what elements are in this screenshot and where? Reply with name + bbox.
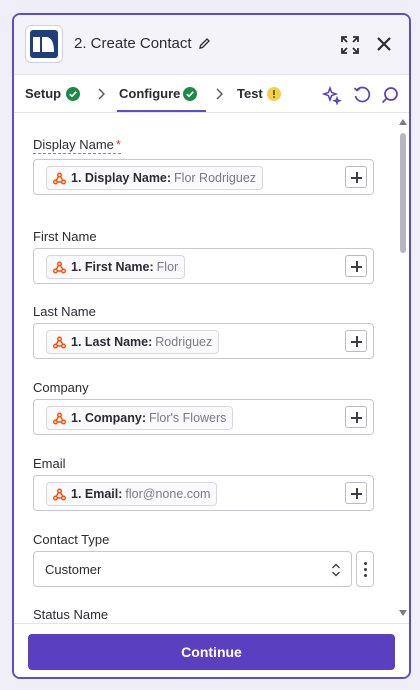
pencil-icon[interactable] [198,37,211,55]
tab-configure[interactable]: Configure [119,86,180,101]
insert-data-button[interactable] [345,330,367,352]
panel-footer: Continue [14,623,409,677]
sparkle-icon[interactable] [321,85,342,110]
select-arrows-icon [331,562,341,583]
continue-button[interactable]: Continue [28,634,395,670]
mapped-value-pill[interactable]: 1. Company: Flor's Flowers [46,406,234,430]
search-icon[interactable] [380,85,400,110]
field-label-email: Email [33,456,66,471]
app-logo-icon [25,25,63,63]
webhook-icon [53,261,66,274]
webhook-icon [53,172,66,185]
close-icon[interactable] [376,36,392,57]
step-title: 2. Create Contact [74,35,192,52]
mapped-value-pill[interactable]: 1. Last Name: Rodriguez [46,330,220,354]
tab-setup[interactable]: Setup [25,86,61,101]
scrollbar[interactable] [399,115,409,625]
step-editor-panel: 2. Create Contact Setup Configure Test D… [12,13,411,679]
step-tabs: Setup Configure Test [14,76,409,113]
first-name-field[interactable]: 1. First Name: Flor [33,248,374,284]
insert-data-button[interactable] [345,406,367,428]
field-label-last-name: Last Name [33,304,96,319]
company-field[interactable]: 1. Company: Flor's Flowers [33,399,374,435]
display-name-field[interactable]: 1. Display Name: Flor Rodriguez [33,159,374,195]
scrollbar-thumb[interactable] [400,133,406,253]
email-field[interactable]: 1. Email: flor@none.com [33,475,374,511]
field-label-company: Company [33,380,89,395]
insert-data-button[interactable] [345,255,367,277]
mapped-value-pill[interactable]: 1. Email: flor@none.com [46,482,218,506]
tab-test[interactable]: Test [237,86,263,101]
contact-type-value: Customer [45,562,102,577]
mapped-value-pill[interactable]: 1. First Name: Flor [46,255,186,279]
field-label-status-name: Status Name [33,607,109,622]
configure-form: Display Name * 1. Display Name: Flor Rodri… [14,113,397,623]
mapped-value-pill[interactable]: 1. Display Name: Flor Rodriguez [46,166,264,190]
contact-type-select[interactable]: Customer [33,551,352,587]
check-circle-icon [183,87,197,101]
webhook-icon [53,336,66,349]
active-tab-indicator [117,110,206,112]
webhook-icon [53,488,66,501]
chevron-right-icon [215,87,223,105]
check-circle-icon [66,87,80,101]
more-options-button[interactable] [356,551,374,587]
last-name-field[interactable]: 1. Last Name: Rodriguez [33,323,374,359]
webhook-icon [53,412,66,425]
field-label-display-name: Display Name * [33,137,121,154]
field-label-contact-type: Contact Type [33,532,110,547]
refresh-icon[interactable] [352,85,372,110]
chevron-right-icon [97,87,105,105]
field-label-first-name: First Name [33,229,97,244]
warning-icon [267,87,281,101]
scroll-down-icon[interactable] [399,610,407,616]
scroll-up-icon[interactable] [399,119,407,125]
expand-icon[interactable] [340,35,360,60]
insert-data-button[interactable] [345,166,367,188]
required-marker: * [115,137,121,152]
insert-data-button[interactable] [345,482,367,504]
panel-header: 2. Create Contact [14,15,409,75]
